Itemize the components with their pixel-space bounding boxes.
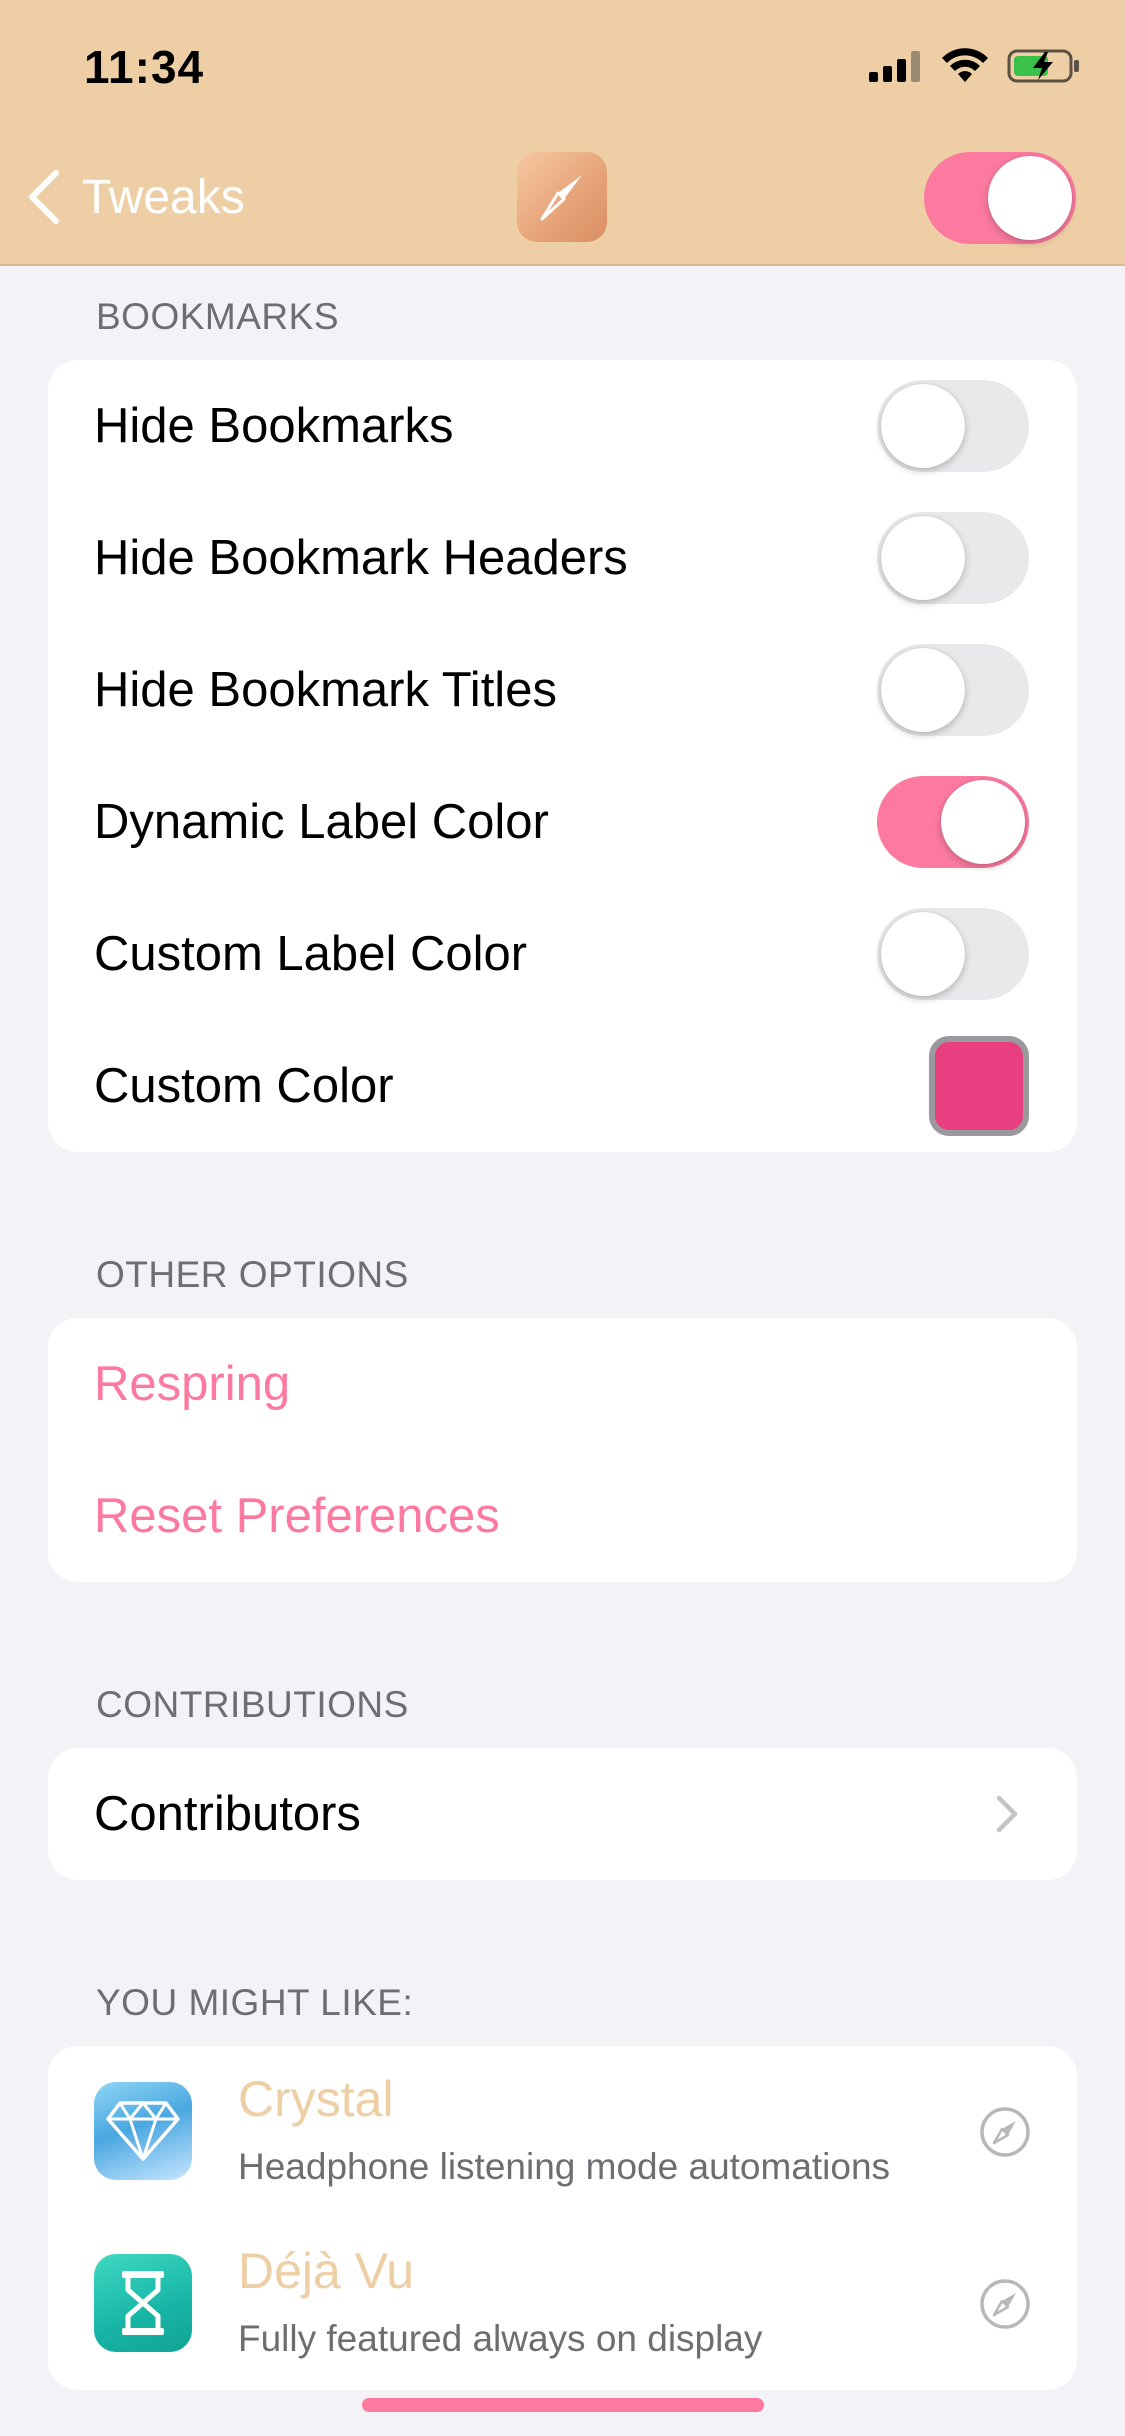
toggle-knob <box>881 384 965 468</box>
suggestion-title: Déjà Vu <box>238 2243 415 2299</box>
row-hide-bookmarks: Hide Bookmarks <box>48 360 1077 492</box>
compass-icon <box>980 2279 1030 2329</box>
row-custom-label-color: Custom Label Color <box>48 888 1077 1020</box>
row-label: Custom Label Color <box>94 927 528 981</box>
compass-needle-icon <box>540 175 582 221</box>
suggestion-deja-vu[interactable]: Déjà Vu Fully featured always on display <box>48 2218 1077 2390</box>
toggle-knob <box>941 780 1025 864</box>
row-respring[interactable]: Respring <box>48 1318 1077 1450</box>
toggle-knob <box>881 648 965 732</box>
cellular-signal-icon <box>869 51 920 82</box>
suggestion-crystal[interactable]: Crystal Headphone listening mode automat… <box>48 2046 1077 2218</box>
tweak-app-icon <box>517 152 607 242</box>
suggestions-group: Crystal Headphone listening mode automat… <box>48 2046 1077 2390</box>
home-indicator[interactable] <box>362 2398 764 2412</box>
compass-icon <box>980 2107 1030 2157</box>
navigation-header: 11:34 Tweaks <box>0 0 1125 266</box>
respring-button[interactable]: Respring <box>94 1318 290 1450</box>
back-button-label: Tweaks <box>82 170 245 224</box>
section-header-bookmarks: BOOKMARKS <box>96 296 339 337</box>
status-icons <box>869 48 1081 84</box>
hide-bookmark-headers-toggle[interactable] <box>877 512 1029 604</box>
hide-bookmark-titles-toggle[interactable] <box>877 644 1029 736</box>
other-options-group: Respring Reset Preferences <box>48 1318 1077 1582</box>
suggestion-subtitle: Headphone listening mode automations <box>238 2146 891 2187</box>
row-custom-color: Custom Color <box>48 1020 1077 1152</box>
suggestion-subtitle: Fully featured always on display <box>238 2318 763 2359</box>
diamond-icon <box>106 2101 180 2161</box>
contributors-label: Contributors <box>94 1787 361 1841</box>
row-dynamic-label-color: Dynamic Label Color <box>48 756 1077 888</box>
status-time: 11:34 <box>84 41 205 93</box>
suggestion-title: Crystal <box>238 2071 394 2127</box>
master-enable-toggle[interactable] <box>924 152 1076 244</box>
deja-vu-app-icon <box>94 2254 192 2352</box>
chevron-right-icon <box>996 1795 1018 1833</box>
row-label: Hide Bookmark Titles <box>94 663 557 717</box>
row-label: Dynamic Label Color <box>94 795 549 849</box>
hide-bookmarks-toggle[interactable] <box>877 380 1029 472</box>
section-header-contributions: CONTRIBUTIONS <box>96 1684 409 1725</box>
section-header-suggestions: YOU MIGHT LIKE: <box>96 1982 414 2023</box>
contributions-group: Contributors <box>48 1748 1077 1880</box>
toggle-knob <box>988 156 1072 240</box>
reset-preferences-button[interactable]: Reset Preferences <box>94 1450 500 1582</box>
row-hide-bookmark-titles: Hide Bookmark Titles <box>48 624 1077 756</box>
toggle-knob <box>881 912 965 996</box>
dynamic-label-color-toggle[interactable] <box>877 776 1029 868</box>
row-label: Hide Bookmark Headers <box>94 531 628 585</box>
hourglass-icon <box>122 2271 164 2335</box>
row-label: Custom Color <box>94 1059 394 1113</box>
battery-charging-icon <box>1007 49 1079 83</box>
crystal-app-icon <box>94 2082 192 2180</box>
row-hide-bookmark-headers: Hide Bookmark Headers <box>48 492 1077 624</box>
custom-color-swatch[interactable] <box>929 1036 1029 1136</box>
toggle-knob <box>881 516 965 600</box>
row-reset-preferences[interactable]: Reset Preferences <box>48 1450 1077 1582</box>
chevron-left-icon <box>29 170 59 224</box>
row-contributors[interactable]: Contributors <box>48 1748 1077 1880</box>
custom-label-color-toggle[interactable] <box>877 908 1029 1000</box>
row-label: Hide Bookmarks <box>94 399 454 453</box>
bookmarks-group: Hide Bookmarks Hide Bookmark Headers Hid… <box>48 360 1077 1152</box>
section-header-other-options: OTHER OPTIONS <box>96 1254 409 1295</box>
back-button[interactable]: Tweaks <box>24 162 245 232</box>
wifi-icon <box>942 48 988 82</box>
